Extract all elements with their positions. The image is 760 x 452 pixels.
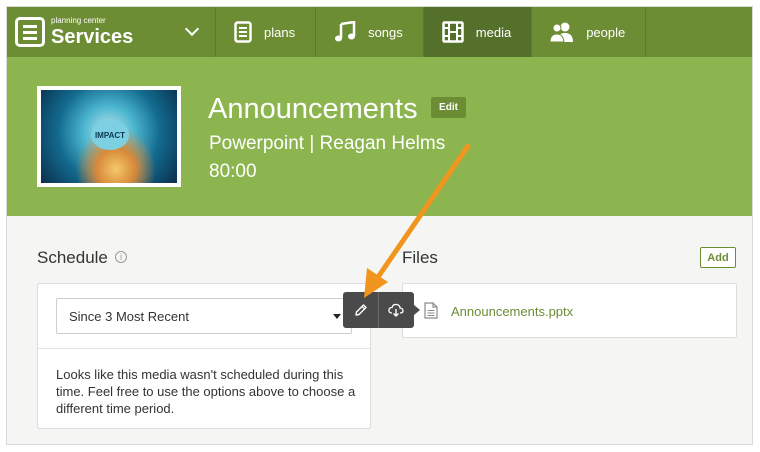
nav-item-people[interactable]: people (532, 7, 647, 57)
media-length: 80:00 (209, 161, 257, 182)
nav-item-songs[interactable]: songs (316, 7, 424, 57)
files-card: Announcements.pptx (402, 283, 737, 338)
plans-icon (234, 21, 252, 43)
music-note-icon (335, 21, 356, 42)
file-link[interactable]: Announcements.pptx (451, 304, 573, 319)
media-thumbnail[interactable]: IMPACT (37, 86, 181, 187)
media-subtitle: Powerpoint | Reagan Helms (209, 133, 446, 154)
schedule-card: Since 3 Most Recent Looks like this medi… (37, 283, 371, 429)
caret-down-icon (333, 314, 341, 319)
brand-subtitle: planning center (51, 16, 106, 25)
document-icon (424, 302, 438, 319)
film-icon (442, 21, 464, 43)
select-value: Since 3 Most Recent (69, 309, 189, 324)
app-switcher[interactable]: planning center Services (7, 7, 216, 57)
people-icon (550, 22, 574, 42)
edit-file-button[interactable] (343, 292, 378, 328)
brand-text: planning center Services (51, 16, 134, 48)
cloud-download-icon (388, 303, 404, 317)
nav-item-plans[interactable]: plans (216, 7, 317, 57)
services-logo-icon (15, 17, 45, 47)
add-file-button[interactable]: Add (700, 247, 736, 268)
nav-label-media: media (475, 24, 512, 40)
files-heading: Files (402, 248, 438, 267)
thumbnail-image: IMPACT (41, 90, 177, 183)
media-header: IMPACT Announcements Edit Powerpoint | R… (7, 57, 752, 216)
empty-schedule-message: Looks like this media wasn't scheduled d… (56, 367, 356, 416)
thumbnail-logo: IMPACT (91, 120, 129, 150)
divider (38, 348, 370, 349)
nav-label-plans: plans (264, 24, 296, 40)
top-nav: planning center Services plans songs med… (7, 7, 752, 57)
page-title: Announcements (208, 93, 418, 125)
edit-button[interactable]: Edit (431, 97, 466, 118)
nav-label-people: people (586, 24, 626, 40)
schedule-heading: Schedule (37, 248, 108, 267)
nav-item-media[interactable]: media (423, 7, 533, 57)
brand-title: Services (51, 26, 134, 48)
pencil-icon (354, 304, 367, 316)
chevron-down-icon (184, 21, 200, 37)
app-window: planning center Services plans songs med… (6, 6, 753, 445)
info-icon[interactable]: i (115, 251, 127, 263)
download-file-button[interactable] (378, 292, 413, 328)
file-action-toolbar (343, 292, 420, 328)
schedule-range-select[interactable]: Since 3 Most Recent (56, 298, 352, 334)
nav-label-songs: songs (368, 24, 403, 40)
